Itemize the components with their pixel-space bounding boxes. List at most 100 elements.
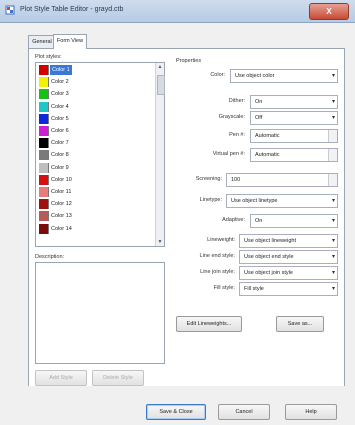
color-swatch bbox=[39, 174, 49, 185]
line-end-label: Line end style: bbox=[199, 253, 235, 259]
dither-label: Dither: bbox=[228, 98, 245, 104]
list-item-label: Color 5 bbox=[51, 115, 69, 122]
color-swatch bbox=[39, 126, 49, 136]
pen-spinner[interactable]: Automatic bbox=[250, 129, 338, 143]
list-item[interactable]: Color 12 bbox=[38, 199, 152, 210]
list-item-label: Color 12 bbox=[51, 201, 72, 208]
virtual-pen-spinner[interactable]: Automatic bbox=[250, 148, 338, 162]
description-label: Description: bbox=[35, 254, 65, 260]
grayscale-value: Off bbox=[255, 115, 263, 121]
lineweight-select[interactable]: Use object lineweight ▾ bbox=[239, 234, 338, 248]
color-swatch bbox=[39, 150, 49, 161]
color-swatch bbox=[39, 162, 49, 173]
list-item[interactable]: Color 8 bbox=[38, 150, 152, 161]
adaptive-label: Adaptive: bbox=[222, 217, 245, 223]
save-as-button[interactable]: Save as... bbox=[276, 316, 324, 332]
chevron-down-icon: ▾ bbox=[331, 198, 335, 204]
fill-style-value: Fill style bbox=[244, 286, 264, 292]
spinner-icon[interactable] bbox=[328, 130, 337, 142]
color-swatch bbox=[39, 223, 49, 234]
line-join-value: Use object join style bbox=[244, 270, 293, 276]
plot-styles-label: Plot styles: bbox=[35, 54, 62, 60]
pen-value: Automatic bbox=[255, 133, 280, 139]
color-swatch bbox=[39, 211, 49, 222]
list-item-label: Color 1 bbox=[50, 65, 72, 75]
list-item-label: Color 13 bbox=[51, 213, 72, 220]
color-label: Color: bbox=[210, 72, 225, 78]
list-item-label: Color 6 bbox=[51, 128, 69, 134]
chevron-down-icon: ▾ bbox=[331, 115, 335, 121]
delete-style-button[interactable]: Delete Style bbox=[92, 370, 144, 386]
color-swatch bbox=[39, 187, 49, 197]
grayscale-select[interactable]: Off ▾ bbox=[250, 111, 338, 125]
save-close-button[interactable]: Save & Close bbox=[146, 404, 206, 420]
properties-header: Properties bbox=[176, 58, 202, 64]
fill-style-select[interactable]: Fill style ▾ bbox=[239, 282, 338, 296]
tab-general[interactable]: General bbox=[28, 35, 56, 48]
tab-form-view[interactable]: Form View bbox=[53, 34, 87, 49]
scroll-up-icon[interactable]: ▲ bbox=[156, 63, 164, 71]
line-join-select[interactable]: Use object join style ▾ bbox=[239, 266, 338, 280]
list-scrollbar[interactable]: ▲ ▼ bbox=[155, 63, 165, 246]
list-item-label: Color 4 bbox=[51, 103, 69, 110]
list-item-label: Color 10 bbox=[51, 176, 72, 183]
list-item[interactable]: Color 5 bbox=[38, 113, 152, 124]
list-item[interactable]: Color 4 bbox=[38, 101, 152, 112]
line-end-value: Use object end style bbox=[244, 254, 294, 260]
list-item-label: Color 11 bbox=[51, 189, 72, 195]
window-title: Plot Style Table Editor - grayd.ctb bbox=[20, 6, 124, 13]
list-item-label: Color 2 bbox=[51, 79, 69, 86]
list-item[interactable]: Color 7 bbox=[38, 138, 152, 149]
list-item[interactable]: Color 2 bbox=[38, 77, 152, 88]
color-swatch bbox=[39, 199, 49, 210]
help-button[interactable]: Help bbox=[285, 404, 337, 420]
color-select[interactable]: Use object color ▾ bbox=[230, 69, 338, 83]
list-item-label: Color 14 bbox=[51, 225, 72, 232]
list-item[interactable]: Color 3 bbox=[38, 89, 152, 100]
list-item[interactable]: Color 10 bbox=[38, 174, 152, 185]
edit-lineweights-button[interactable]: Edit Lineweights... bbox=[176, 316, 242, 332]
dither-value: On bbox=[255, 99, 263, 105]
list-item[interactable]: Color 13 bbox=[38, 211, 152, 222]
chevron-down-icon: ▾ bbox=[331, 254, 335, 260]
line-end-select[interactable]: Use object end style ▾ bbox=[239, 250, 338, 264]
lineweight-value: Use object lineweight bbox=[244, 238, 296, 244]
screening-spinner[interactable]: 100 bbox=[226, 173, 338, 187]
add-style-button[interactable]: Add Style bbox=[35, 370, 87, 386]
chevron-down-icon: ▾ bbox=[331, 238, 335, 244]
chevron-down-icon: ▾ bbox=[331, 218, 335, 224]
list-item[interactable]: Color 9 bbox=[38, 162, 152, 173]
list-item[interactable]: Color 11 bbox=[38, 187, 152, 197]
chevron-down-icon: ▾ bbox=[331, 99, 335, 105]
list-item-label: Color 3 bbox=[51, 91, 69, 98]
dither-select[interactable]: On ▾ bbox=[250, 95, 338, 109]
close-button[interactable]: X bbox=[309, 3, 349, 20]
pen-label: Pen #: bbox=[229, 132, 245, 138]
screening-label: Screening: bbox=[195, 176, 222, 182]
list-item[interactable]: Color 14 bbox=[38, 223, 152, 234]
plot-style-app-icon bbox=[5, 5, 15, 15]
title-bar: Plot Style Table Editor - grayd.ctb X bbox=[0, 0, 355, 23]
adaptive-select[interactable]: On ▾ bbox=[250, 214, 338, 228]
color-swatch bbox=[39, 89, 49, 100]
list-item-label: Color 8 bbox=[51, 152, 69, 159]
fill-style-label: Fill style: bbox=[213, 285, 235, 291]
description-field[interactable] bbox=[35, 262, 165, 364]
scroll-thumb[interactable] bbox=[157, 75, 165, 95]
list-item[interactable]: Color 1 bbox=[38, 65, 152, 75]
scroll-down-icon[interactable]: ▼ bbox=[156, 238, 164, 246]
line-join-label: Line join style: bbox=[200, 269, 235, 275]
list-item[interactable]: Color 6 bbox=[38, 126, 152, 136]
spinner-icon[interactable] bbox=[328, 149, 337, 161]
virtual-pen-value: Automatic bbox=[255, 152, 280, 158]
list-item-label: Color 9 bbox=[51, 164, 69, 171]
color-swatch bbox=[39, 65, 49, 75]
chevron-down-icon: ▾ bbox=[331, 270, 335, 276]
list-item-label: Color 7 bbox=[51, 140, 69, 147]
spinner-icon[interactable] bbox=[328, 174, 337, 186]
cancel-button[interactable]: Cancel bbox=[218, 404, 270, 420]
plot-styles-list[interactable]: Color 1 Color 2 Color 3 Color 4 Color 5 Color… bbox=[35, 62, 165, 247]
linetype-select[interactable]: Use object linetype ▾ bbox=[226, 194, 338, 208]
linetype-label: Linetype: bbox=[199, 197, 222, 203]
chevron-down-icon: ▾ bbox=[331, 73, 335, 79]
